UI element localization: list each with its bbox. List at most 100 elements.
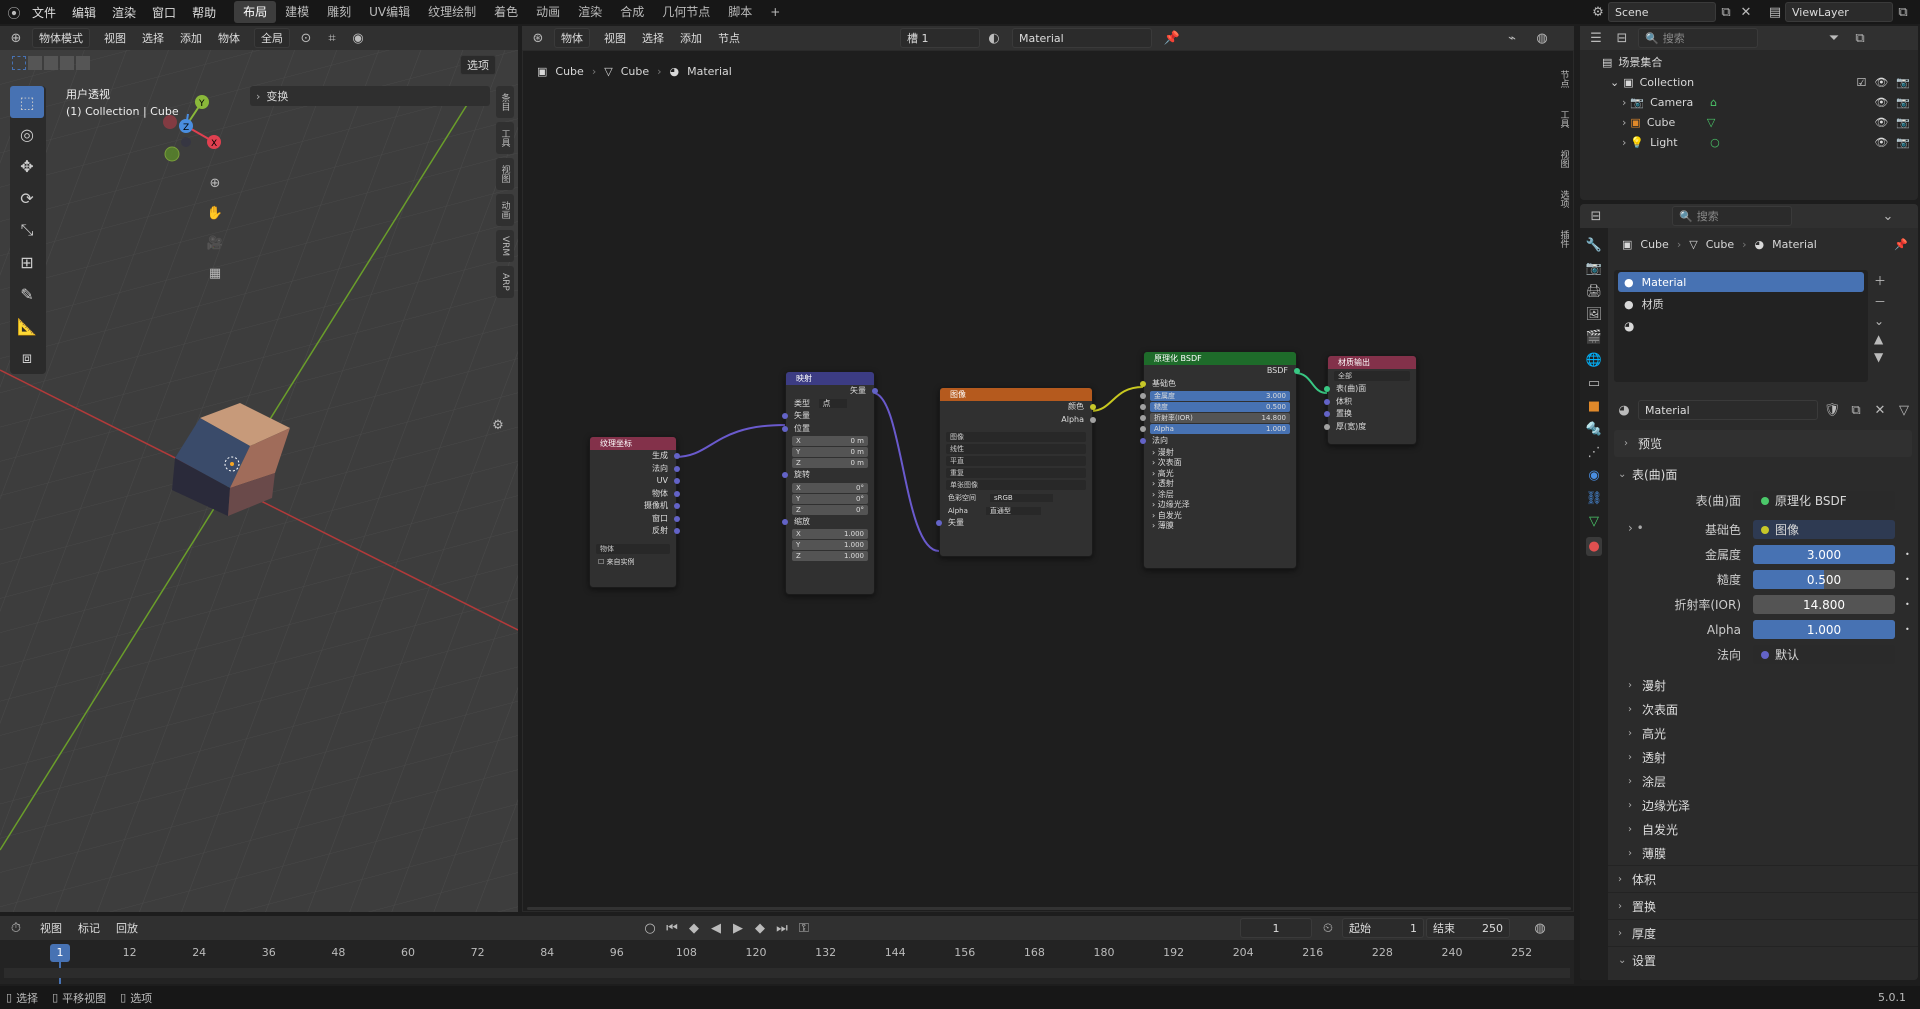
cursor-tool-icon[interactable]: ◎ <box>10 118 44 150</box>
camera-render-icon[interactable]: 📷 <box>1896 116 1910 129</box>
prop-subsection-2[interactable]: › 高光 <box>1608 721 1918 745</box>
socket-icon[interactable] <box>674 503 680 509</box>
bsdf-panel-7[interactable]: › 薄膜 <box>1144 521 1296 532</box>
menu-1[interactable]: 编辑 <box>64 4 104 21</box>
workspace-tab-2[interactable]: 雕刻 <box>318 1 360 23</box>
snap-icon[interactable]: ⌗ <box>322 28 342 48</box>
scale-tool-icon[interactable]: ⤡ <box>10 214 44 246</box>
pin-icon[interactable]: 📌 <box>1894 238 1908 251</box>
eye-icon[interactable]: 👁 <box>1874 136 1888 149</box>
remove-scene-icon[interactable]: ✕ <box>1736 2 1756 22</box>
mapping-scale_vals-0[interactable]: X 1.000 <box>792 529 868 539</box>
overlay-toggle-icon[interactable]: ◍ <box>1532 28 1552 48</box>
menu-4[interactable]: 帮助 <box>184 4 224 21</box>
eye-icon[interactable]: 👁 <box>1874 96 1888 109</box>
pivot-icon[interactable]: ⊙ <box>296 28 316 48</box>
material-slot-0[interactable]: ● Material <box>1618 272 1864 292</box>
select-subtract-icon[interactable] <box>60 56 74 70</box>
bsdf-panel-2[interactable]: › 高光 <box>1144 469 1296 480</box>
measure-tool-icon[interactable]: 📐 <box>10 310 44 342</box>
new-scene-icon[interactable]: ⧉ <box>1716 2 1736 22</box>
end-frame-field[interactable]: 结束 250 <box>1426 918 1510 938</box>
next-keyframe-icon[interactable]: ◆ <box>750 918 770 938</box>
surface-shader-field[interactable]: 原理化 BSDF <box>1753 491 1895 510</box>
mode-dropdown[interactable]: 物体模式 <box>32 28 90 48</box>
outliner-item-0[interactable]: › 📷 Camera ⌂ 👁 📷 <box>1602 92 1918 112</box>
camera-render-icon[interactable]: 📷 <box>1896 96 1910 109</box>
move-down-icon[interactable]: ▼ <box>1874 350 1886 364</box>
base-color-field[interactable]: 图像 <box>1753 520 1895 539</box>
node-editor-canvas[interactable]: ▣ Cube › ▽ Cube › ◕ Material 节点 工具 视图 选项 插件 纹理坐标 … <box>522 50 1574 912</box>
prop-subsection-7[interactable]: › 薄膜 <box>1608 841 1918 865</box>
timeline-area[interactable]: 12 24 36 48 60 72 84 96 108 120 132 144 156 168 180 192… <box>0 940 1574 984</box>
keyframe-dot-icon[interactable]: • <box>1905 625 1910 634</box>
node-mapping-header[interactable]: 映射 <box>786 372 874 385</box>
prop-field-slider[interactable]: 0.500 <box>1753 570 1895 589</box>
prop-section-1[interactable]: › 置换 <box>1608 892 1918 919</box>
workspace-tab-0[interactable]: 布局 <box>234 1 277 23</box>
horizontal-scrollbar[interactable] <box>527 907 1571 910</box>
bsdf-field-1[interactable]: 糙度 0.500 <box>1140 402 1290 412</box>
image-projection[interactable]: 平直 <box>946 456 1086 466</box>
socket-icon[interactable] <box>1324 386 1330 392</box>
node-image[interactable]: 图像 颜色 Alpha 图像 线性 平直 重复 单张图像 色彩空间 sRGB Al… <box>936 387 1096 557</box>
viewport-tab-0[interactable]: 条目 <box>496 86 514 118</box>
socket-icon[interactable] <box>1324 423 1330 430</box>
collection-tab-icon[interactable]: ▭ <box>1588 376 1600 391</box>
blender-logo-icon[interactable]: ⦿ <box>4 2 24 22</box>
prop-subsection-5[interactable]: › 边缘光泽 <box>1608 793 1918 817</box>
slot-dropdown[interactable]: 槽 1 <box>900 28 980 48</box>
node-menu-3[interactable]: 节点 <box>710 30 748 46</box>
filter-icon[interactable]: ⏷ <box>1824 28 1844 48</box>
object-tab-icon[interactable]: ■ <box>1588 399 1600 414</box>
socket-icon[interactable] <box>1324 411 1330 417</box>
viewport-tab-4[interactable]: VRM <box>496 230 514 262</box>
outliner-item-1[interactable]: › ▣ Cube ▽ 👁 📷 <box>1602 112 1918 132</box>
surface-section[interactable]: ⌄ 表(曲)面 <box>1608 461 1918 488</box>
viewport-tab-1[interactable]: 工具 <box>496 122 514 154</box>
outliner-item-2[interactable]: › 💡 Light ○ 👁 📷 <box>1602 132 1918 152</box>
duplicate-material-icon[interactable]: ⧉ <box>1846 400 1866 420</box>
viewport-menu-1[interactable]: 选择 <box>134 30 172 46</box>
viewport-tab-2[interactable]: 视图 <box>496 158 514 190</box>
material-slots-list[interactable]: ● Material ● 材质 ◕ <box>1614 270 1868 382</box>
snap-toggle-icon[interactable]: ⌁ <box>1502 28 1522 48</box>
camera-view-icon[interactable]: 🎥 <box>202 230 228 256</box>
new-viewlayer-icon[interactable]: ⧉ <box>1893 2 1913 22</box>
current-frame-marker[interactable]: 1 <box>50 944 70 962</box>
material-slot-1[interactable]: ● 材质 <box>1618 294 1864 314</box>
add-cube-tool-icon[interactable]: ⧈ <box>10 342 44 374</box>
prop-section-3[interactable]: ⌄ 设置 <box>1608 946 1918 973</box>
workspace-tab-7[interactable]: 渲染 <box>569 1 611 23</box>
prop-section-2[interactable]: › 厚度 <box>1608 919 1918 946</box>
image-alpha-mode[interactable]: Alpha 直通型 <box>940 505 1092 518</box>
prop-subsection-1[interactable]: › 次表面 <box>1608 697 1918 721</box>
node-texcoord-header[interactable]: 纹理坐标 <box>590 437 676 450</box>
viewlayer-name[interactable]: ViewLayer <box>1785 2 1893 22</box>
keying-icon[interactable]: ⚿ <box>794 918 814 938</box>
timeline-view-icon[interactable]: ◍ <box>1530 918 1550 938</box>
light-data-icon[interactable]: ○ <box>1710 136 1720 149</box>
slot-menu-icon[interactable]: ⌄ <box>1874 314 1886 328</box>
prop-field-slider[interactable]: 14.800 <box>1753 595 1895 614</box>
prop-field-slider[interactable]: 1.000 <box>1753 620 1895 639</box>
mapping-scale_vals-2[interactable]: Z 1.000 <box>792 551 868 561</box>
render-tab-icon[interactable]: 📷 <box>1586 261 1602 276</box>
node-output-header[interactable]: 材质输出 <box>1328 356 1416 369</box>
editor-type-icon[interactable]: ⊕ <box>6 28 26 48</box>
clock-icon[interactable]: ⏲ <box>1318 918 1338 938</box>
annotate-tool-icon[interactable]: ✎ <box>10 278 44 310</box>
options-dropdown[interactable]: 选项 <box>460 55 496 75</box>
physics-tab-icon[interactable]: ◉ <box>1588 468 1599 483</box>
prop-section-0[interactable]: › 体积 <box>1608 865 1918 892</box>
workspace-tab-8[interactable]: 合成 <box>611 1 653 23</box>
texcoord-from-instancer[interactable]: ☐ 来自实例 <box>590 556 676 569</box>
camera-render-icon[interactable]: 📷 <box>1896 136 1910 149</box>
bsdf-panel-1[interactable]: › 次表面 <box>1144 458 1296 469</box>
mesh-data-icon[interactable]: ▽ <box>1707 116 1715 129</box>
play-reverse-icon[interactable]: ◀ <box>706 918 726 938</box>
workspace-tab-10[interactable]: 脚本 <box>719 1 761 23</box>
socket-icon[interactable] <box>674 465 680 472</box>
mapping-loc_vals-2[interactable]: Z 0 m <box>792 458 868 468</box>
scene-name[interactable]: Scene <box>1608 2 1716 22</box>
